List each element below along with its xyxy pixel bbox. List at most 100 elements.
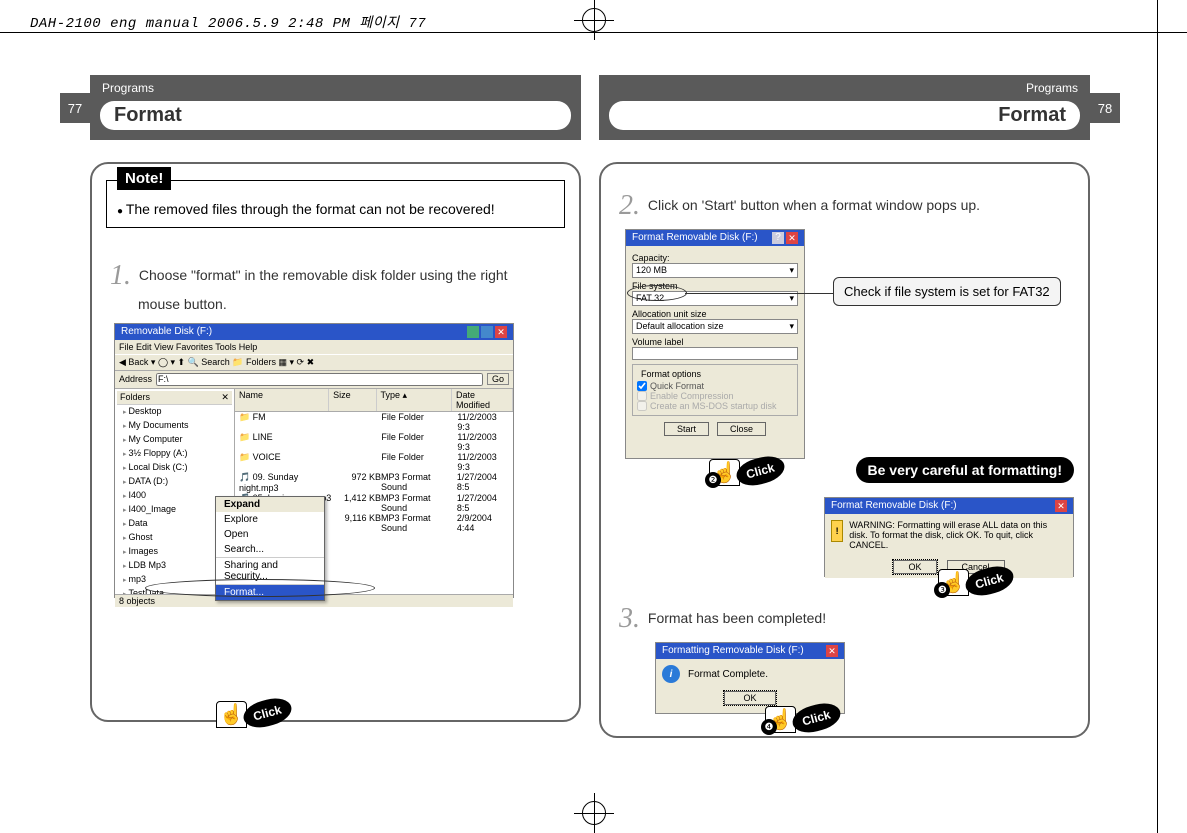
note-box: Note! The removed files through the form… bbox=[106, 180, 565, 228]
list-row: 📁 LINEFile Folder11/2/2003 9:3 bbox=[235, 432, 513, 452]
chevron-down-icon: ▾ bbox=[789, 265, 794, 276]
format-options-group: Format options Quick Format Enable Compr… bbox=[632, 364, 798, 416]
explorer-title: Removable Disk (F:) bbox=[121, 326, 212, 338]
complete-text: Format Complete. bbox=[688, 669, 768, 680]
step-3-text: Format has been completed! bbox=[648, 610, 826, 626]
chapter-bar-left: 77 Programs Format bbox=[90, 75, 581, 140]
page-number-left: 77 bbox=[60, 93, 90, 123]
step-3: 3. Format has been completed! bbox=[619, 599, 1074, 638]
list-columns[interactable]: Name Size Type ▴ Date Modified bbox=[235, 389, 513, 412]
list-row: 📁 VOICEFile Folder11/2/2003 9:3 bbox=[235, 452, 513, 472]
warning-pill: Be very careful at formatting! bbox=[856, 457, 1075, 483]
click-label: Click bbox=[240, 694, 294, 732]
click-indicator-2: ☝ ❷ Click bbox=[709, 457, 785, 484]
ok-button[interactable]: OK bbox=[893, 560, 936, 574]
page-right: 78 Programs Format 2. Click on 'Start' b… bbox=[599, 75, 1090, 775]
step-2: 2. Click on 'Start' button when a format… bbox=[619, 186, 1074, 225]
step-1-sub: mouse button. bbox=[138, 295, 565, 315]
format-dialog-screenshot: Format Removable Disk (F:) ? ✕ Capacity:… bbox=[625, 229, 805, 459]
page-left: 77 Programs Format Note! The removed fil… bbox=[90, 75, 581, 775]
note-badge: Note! bbox=[117, 167, 171, 190]
warn-title: Format Removable Disk (F:) bbox=[831, 500, 957, 512]
callout-line bbox=[685, 293, 835, 294]
format-titlebar: Format Removable Disk (F:) ? ✕ bbox=[626, 230, 804, 246]
explorer-screenshot: Removable Disk (F:) ✕ File Edit View Fav… bbox=[114, 323, 514, 598]
chapter-label-right: Programs bbox=[599, 79, 1090, 97]
go-button[interactable]: Go bbox=[487, 373, 509, 385]
list-row: 📁 FMFile Folder11/2/2003 9:3 bbox=[235, 412, 513, 432]
click-indicator-3: ☝ ❸ Click bbox=[938, 567, 1014, 594]
click-label: Click bbox=[963, 562, 1017, 600]
ctx-item[interactable]: Search... bbox=[216, 542, 324, 557]
content-panel-left: Note! The removed files through the form… bbox=[90, 162, 581, 722]
tree-item[interactable]: Local Disk (C:) bbox=[123, 461, 232, 475]
warning-dialog-screenshot: Format Removable Disk (F:) ✕ ! WARNING: F… bbox=[824, 497, 1074, 577]
ctx-item[interactable]: Explore bbox=[216, 512, 324, 527]
close-icon[interactable]: ✕ bbox=[1055, 500, 1067, 512]
crop-mark-top bbox=[574, 0, 614, 40]
alloc-label: Allocation unit size bbox=[632, 309, 798, 319]
page-number-right: 78 bbox=[1090, 93, 1120, 123]
tree-item[interactable]: DATA (D:) bbox=[123, 475, 232, 489]
click-label: Click bbox=[733, 452, 787, 490]
step-2-text: Click on 'Start' button when a format wi… bbox=[648, 197, 980, 213]
tree-item[interactable]: Desktop bbox=[123, 405, 232, 419]
address-label: Address bbox=[119, 374, 152, 384]
complete-title: Formatting Removable Disk (F:) bbox=[662, 645, 804, 657]
note-text: The removed files through the format can… bbox=[117, 201, 554, 217]
highlight-ellipse bbox=[145, 579, 375, 597]
close-icon[interactable]: ✕ bbox=[495, 326, 507, 338]
explorer-menubar[interactable]: File Edit View Favorites Tools Help bbox=[115, 340, 513, 355]
close-button[interactable]: Close bbox=[717, 422, 766, 436]
capacity-combo[interactable]: 120 MB▾ bbox=[632, 263, 798, 278]
click-indicator-1: ☝ Click bbox=[216, 699, 292, 726]
chapter-bar-right: 78 Programs Format bbox=[599, 75, 1090, 140]
hand-icon: ☝ bbox=[216, 701, 247, 728]
chapter-label-left: Programs bbox=[90, 79, 581, 97]
explorer-addressbar: Address Go bbox=[115, 371, 513, 389]
tree-item[interactable]: 3½ Floppy (A:) bbox=[123, 447, 232, 461]
crop-mark-bottom bbox=[574, 793, 614, 833]
volume-label: Volume label bbox=[632, 337, 798, 347]
header-rule bbox=[0, 32, 1187, 33]
help-icon[interactable]: ? bbox=[772, 232, 784, 244]
section-title-left: Format bbox=[100, 101, 571, 130]
content-panel-right: 2. Click on 'Start' button when a format… bbox=[599, 162, 1090, 738]
close-icon[interactable]: ✕ bbox=[786, 232, 798, 244]
explorer-titlebar: Removable Disk (F:) ✕ bbox=[115, 324, 513, 340]
volume-input[interactable] bbox=[632, 347, 798, 360]
info-icon: i bbox=[662, 665, 680, 683]
step-1-num: 1. bbox=[110, 260, 131, 291]
step-3-num: 3. bbox=[619, 603, 640, 634]
window-controls[interactable]: ✕ bbox=[467, 326, 507, 338]
step-2-num: 2. bbox=[619, 190, 640, 221]
callout-filesystem: Check if file system is set for FAT32 bbox=[833, 277, 1061, 306]
msdos-checkbox bbox=[637, 401, 647, 411]
tree-close-icon[interactable]: ✕ bbox=[221, 392, 229, 403]
right-frame bbox=[1157, 0, 1187, 833]
warning-icon: ! bbox=[831, 520, 843, 542]
doc-header: DAH-2100 eng manual 2006.5.9 2:48 PM 페이지… bbox=[30, 12, 426, 32]
list-row: 🎵 09. Sunday night.mp3972 KBMP3 Format S… bbox=[235, 472, 513, 493]
explorer-toolbar[interactable]: ◀ Back ▾ ◯ ▾ ⬆ 🔍 Search 📁 Folders ▦ ▾ ⟳ … bbox=[115, 355, 513, 371]
chevron-down-icon: ▾ bbox=[789, 293, 794, 304]
tree-item[interactable]: My Computer bbox=[123, 433, 232, 447]
ctx-item[interactable]: Open bbox=[216, 527, 324, 542]
warn-text: WARNING: Formatting will erase ALL data … bbox=[849, 520, 1067, 550]
address-input[interactable] bbox=[156, 373, 483, 386]
start-button[interactable]: Start bbox=[664, 422, 709, 436]
step-1: 1. Choose "format" in the removable disk… bbox=[110, 256, 565, 315]
section-title-right: Format bbox=[609, 101, 1080, 130]
chevron-down-icon: ▾ bbox=[789, 321, 794, 332]
capacity-label: Capacity: bbox=[632, 253, 798, 263]
alloc-combo[interactable]: Default allocation size▾ bbox=[632, 319, 798, 334]
tree-item[interactable]: My Documents bbox=[123, 419, 232, 433]
options-group-label: Format options bbox=[639, 369, 703, 379]
quickformat-checkbox[interactable] bbox=[637, 381, 647, 391]
ok-button[interactable]: OK bbox=[724, 691, 775, 705]
close-icon[interactable]: ✕ bbox=[826, 645, 838, 657]
step-1-text: Choose "format" in the removable disk fo… bbox=[139, 267, 508, 283]
click-indicator-4: ☝ ❹ Click bbox=[765, 704, 841, 731]
compress-checkbox bbox=[637, 391, 647, 401]
ctx-item[interactable]: Expand bbox=[216, 497, 324, 512]
